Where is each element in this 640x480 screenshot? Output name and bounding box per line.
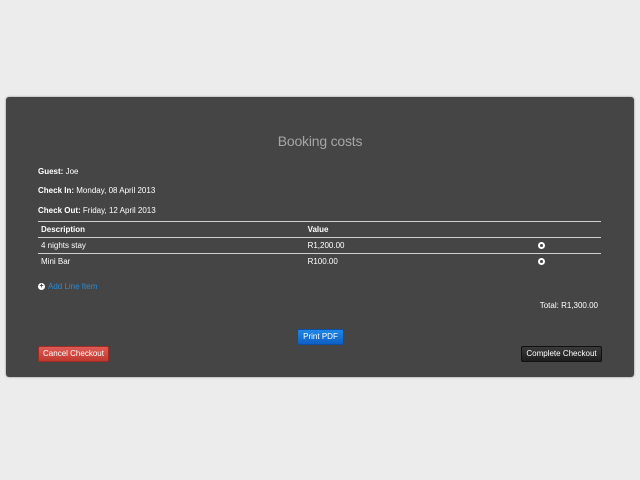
column-header-actions (535, 221, 601, 238)
column-header-value: Value (304, 221, 536, 238)
row-actions (535, 253, 601, 269)
check-out-value: Friday, 12 April 2013 (82, 206, 156, 215)
remove-icon[interactable] (538, 242, 546, 250)
guest-value: Joe (65, 167, 79, 176)
check-in-info: Check In: Monday, 08 April 2013 (38, 186, 155, 195)
add-line-item-label: Add Line Item (48, 282, 98, 291)
guest-info: Guest: Joe (38, 167, 78, 176)
print-pdf-button[interactable]: Print PDF (297, 329, 344, 345)
complete-checkout-button[interactable]: Complete Checkout (521, 346, 602, 362)
check-in-label: Check In: (38, 186, 75, 195)
check-in-value: Monday, 08 April 2013 (76, 186, 156, 195)
cancel-checkout-button[interactable]: Cancel Checkout (38, 346, 109, 362)
plus-circle-icon: + (38, 283, 45, 290)
table-row: 4 nights stay R1,200.00 (38, 237, 601, 254)
row-actions (535, 237, 601, 254)
total-amount: Total: R1,300.00 (539, 301, 598, 310)
row-value: R100.00 (304, 253, 536, 269)
row-description: Mini Bar (38, 253, 305, 269)
modal-title: Booking costs (277, 133, 363, 149)
costs-table: Description Value 4 nights stay R1,200.0… (38, 221, 601, 269)
booking-costs-modal: Booking costs Guest: Joe Check In: Monda… (6, 97, 634, 377)
add-line-item-link[interactable]: + Add Line Item (38, 282, 97, 291)
check-out-label: Check Out: (38, 206, 81, 215)
check-out-info: Check Out: Friday, 12 April 2013 (38, 206, 156, 215)
row-value: R1,200.00 (304, 237, 536, 254)
table-row: Mini Bar R100.00 (38, 253, 601, 269)
row-description: 4 nights stay (38, 237, 305, 254)
remove-icon[interactable] (538, 258, 546, 266)
table-header-row: Description Value (38, 221, 601, 238)
column-header-description: Description (38, 221, 305, 238)
guest-label: Guest: (38, 167, 64, 176)
